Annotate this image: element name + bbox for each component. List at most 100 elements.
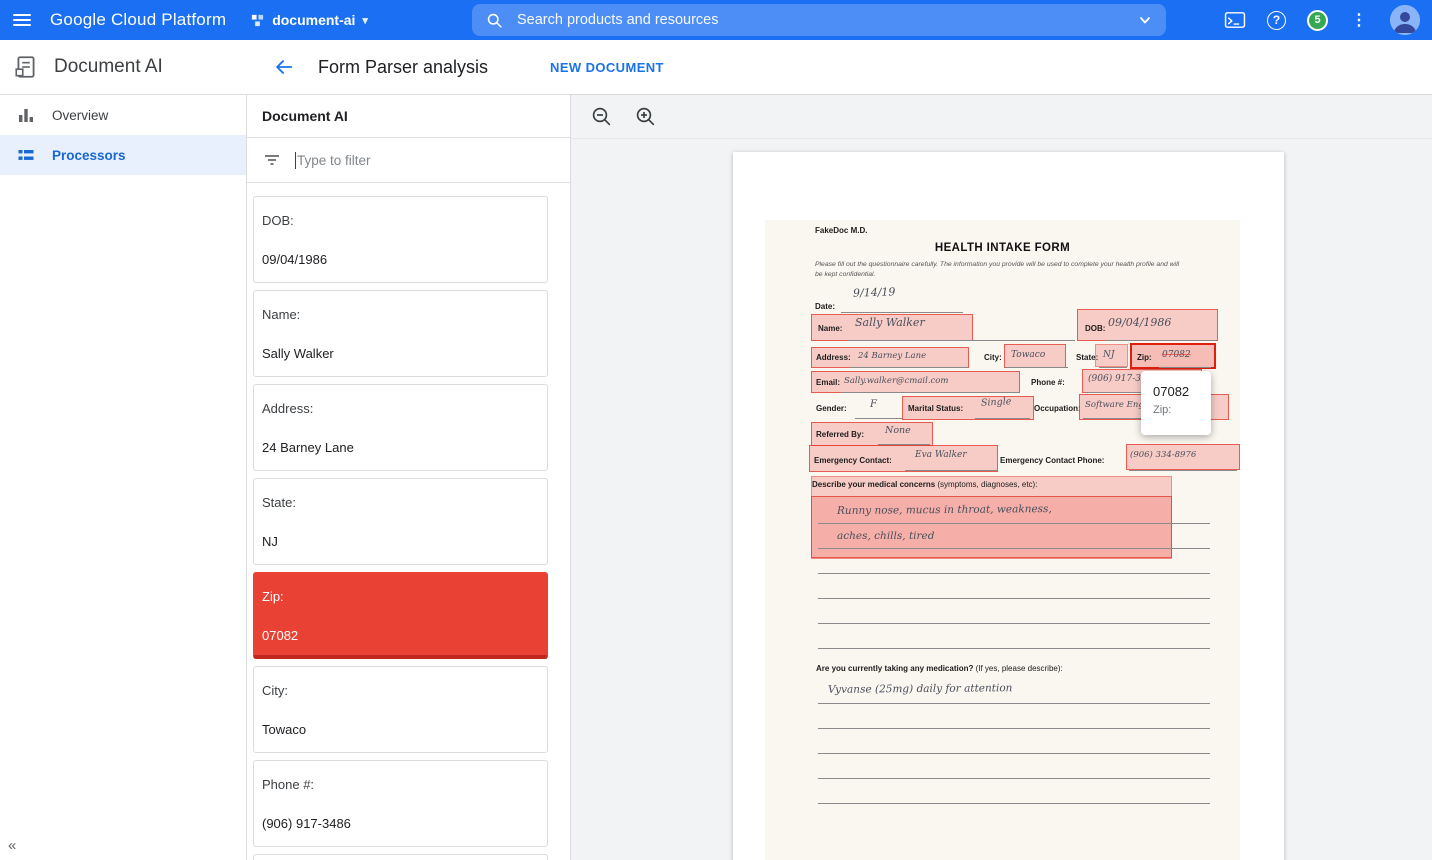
more-options-icon[interactable]: ⋮ <box>1349 10 1369 30</box>
emergency-contact-label: Emergency Contact: <box>814 456 892 465</box>
form-line <box>975 418 1030 419</box>
filter-icon <box>263 151 281 169</box>
city-value: Towaco <box>1011 350 1045 360</box>
form-line <box>1159 367 1211 368</box>
avatar[interactable] <box>1390 5 1420 35</box>
back-button[interactable] <box>273 55 297 79</box>
global-search[interactable] <box>472 4 1166 36</box>
concerns-heading-rest: (symptoms, diagnoses, etc): <box>935 480 1037 489</box>
panel-title: Document AI <box>247 95 570 138</box>
form-line <box>1129 470 1237 471</box>
form-line <box>905 470 997 471</box>
gcp-logo[interactable]: Google Cloud Platform <box>50 10 226 30</box>
help-icon[interactable]: ? <box>1267 11 1286 30</box>
search-icon <box>486 12 503 29</box>
form-line <box>818 803 1210 804</box>
field-label: Zip: <box>262 589 284 604</box>
form-line <box>818 703 1210 704</box>
dob-label: DOB: <box>1085 324 1105 333</box>
form-line <box>818 623 1210 624</box>
concerns-line1: Runny nose, mucus in throat, weakness, <box>837 503 1052 517</box>
collapse-nav-icon[interactable]: « <box>8 837 16 854</box>
form-line <box>841 312 963 313</box>
field-card-list: DOB: 09/04/1986 Name: Sally Walker Addre… <box>247 183 570 860</box>
form-line <box>1006 367 1068 368</box>
form-line <box>818 778 1210 779</box>
extracted-fields-panel: Document AI DOB: 09/04/1986 Name: Sally … <box>247 95 571 860</box>
topbar-actions: ? 5 ⋮ <box>1224 0 1432 40</box>
concerns-heading: Describe your medical concerns (symptoms… <box>812 480 1037 489</box>
filter-bar[interactable] <box>247 138 570 183</box>
field-value: Towaco <box>262 722 306 737</box>
caret-down-icon: ▾ <box>362 14 368 27</box>
top-app-bar: Google Cloud Platform document-ai ▾ ? 5 … <box>0 0 1432 40</box>
project-selector[interactable]: document-ai ▾ <box>250 12 368 28</box>
viewer-toolbar <box>571 95 1432 139</box>
form-line <box>855 418 903 419</box>
field-card-dob[interactable]: DOB: 09/04/1986 <box>253 196 548 283</box>
date-value: 9/14/19 <box>853 285 896 299</box>
cloud-shell-icon[interactable] <box>1224 11 1246 29</box>
search-expand-icon[interactable] <box>1138 13 1152 27</box>
emergency-contact-value: Eva Walker <box>915 450 967 460</box>
field-label: Phone #: <box>262 777 314 792</box>
emergency-phone-label: Emergency Contact Phone: <box>1000 456 1104 465</box>
document-page: FakeDoc M.D. HEALTH INTAKE FORM Please f… <box>733 152 1284 860</box>
field-value: 07082 <box>262 628 298 643</box>
phone-label: Phone #: <box>1031 378 1065 387</box>
address-label: Address: <box>816 353 851 362</box>
email-value: Sally.walker@cmail.com <box>844 376 948 386</box>
field-card-name[interactable]: Name: Sally Walker <box>253 290 548 377</box>
concerns-line2: aches, chills, tired <box>837 530 935 542</box>
notifications-badge[interactable]: 5 <box>1307 10 1328 31</box>
field-value: 09/04/1986 <box>262 252 327 267</box>
tooltip-value: 07082 <box>1153 384 1199 399</box>
field-value: (906) 917-3486 <box>262 816 351 831</box>
form-title: HEALTH INTAKE FORM <box>765 242 1240 254</box>
search-input[interactable] <box>517 12 1138 28</box>
field-label: Name: <box>262 307 300 322</box>
left-nav: Overview Processors « <box>0 95 247 860</box>
marital-label: Marital Status: <box>908 404 963 413</box>
form-line <box>847 340 1075 341</box>
field-value: NJ <box>262 534 278 549</box>
field-tooltip: 07082 Zip: <box>1141 371 1211 435</box>
field-card-address[interactable]: Address: 24 Barney Lane <box>253 384 548 471</box>
field-label: City: <box>262 683 288 698</box>
filter-input[interactable] <box>297 153 570 168</box>
zip-label: Zip: <box>1137 353 1152 362</box>
app-title: Document AI <box>54 56 163 78</box>
field-card-zip-selected[interactable]: Zip: 07082 <box>253 572 548 659</box>
form-line <box>1099 367 1127 368</box>
sidebar-item-overview[interactable]: Overview <box>0 95 246 135</box>
field-card-phone[interactable]: Phone #: (906) 917-3486 <box>253 760 548 847</box>
referred-value: None <box>885 425 911 436</box>
sidebar-item-processors[interactable]: Processors <box>0 135 246 175</box>
field-card-clipped[interactable] <box>253 854 548 860</box>
page-header: Document AI Form Parser analysis NEW DOC… <box>0 40 1432 95</box>
name-value: Sally Walker <box>855 316 925 329</box>
field-label: State: <box>262 495 296 510</box>
form-line <box>818 753 1210 754</box>
form-line <box>818 728 1210 729</box>
dob-value: 09/04/1986 <box>1108 316 1171 329</box>
form-intro: Please fill out the questionnaire carefu… <box>815 260 1187 280</box>
medication-heading: Are you currently taking any medication?… <box>816 664 1063 673</box>
gender-value: F <box>870 399 877 410</box>
overview-icon <box>17 106 35 124</box>
text-caret <box>295 152 296 169</box>
occupation-label: Occupation: <box>1034 404 1081 413</box>
field-card-state[interactable]: State: NJ <box>253 478 548 565</box>
date-label: Date: <box>815 302 835 311</box>
field-value: 24 Barney Lane <box>262 440 354 455</box>
emergency-phone-value: (906) 334-8976 <box>1130 450 1196 460</box>
medication-heading-rest: (If yes, please describe): <box>973 664 1062 673</box>
email-label: Email: <box>816 378 840 387</box>
new-document-button[interactable]: NEW DOCUMENT <box>550 60 664 75</box>
hamburger-menu-icon[interactable] <box>0 0 44 40</box>
project-icon <box>250 13 265 28</box>
state-value: NJ <box>1103 350 1114 360</box>
zoom-out-icon[interactable] <box>589 105 613 129</box>
field-card-city[interactable]: City: Towaco <box>253 666 548 753</box>
zoom-in-icon[interactable] <box>633 105 657 129</box>
